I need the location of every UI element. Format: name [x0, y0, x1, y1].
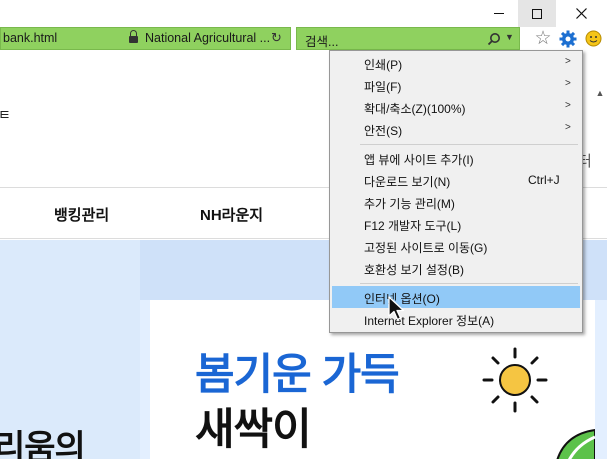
gear-icon[interactable]	[557, 27, 579, 50]
hero-headline-2: 새싹이	[195, 406, 312, 454]
search-placeholder[interactable]: 검색...	[305, 31, 338, 50]
menu-item-safety[interactable]: 안전(S) >	[332, 118, 580, 140]
minimize-icon	[494, 13, 504, 14]
maximize-button[interactable]	[518, 0, 556, 27]
header-text-fragment: ㅌ	[0, 107, 11, 123]
menu-item-view-downloads[interactable]: 다운로드 보기(N) Ctrl+J	[332, 169, 580, 191]
submenu-arrow-icon: >	[565, 56, 571, 67]
menu-item-dev-tools[interactable]: F12 개발자 도구(L)	[332, 213, 580, 235]
menu-separator	[360, 144, 578, 145]
menu-item-print[interactable]: 인쇄(P) >	[332, 52, 580, 74]
menu-item-manage-addons[interactable]: 추가 기능 관리(M)	[332, 191, 580, 213]
mouse-cursor-icon	[388, 296, 405, 321]
title-bar	[0, 0, 607, 27]
menu-item-label: 파일(F)	[364, 80, 402, 94]
menu-item-label: Internet Explorer 정보(A)	[364, 314, 495, 328]
menu-item-file[interactable]: 파일(F) >	[332, 74, 580, 96]
menu-item-label: 고정된 사이트로 이동(G)	[364, 241, 488, 255]
submenu-arrow-icon: >	[565, 122, 571, 133]
lock-icon[interactable]	[129, 30, 138, 44]
navigation-row: bank.html National Agricultural ... ↻ 검색…	[0, 27, 607, 50]
menu-separator	[360, 283, 578, 284]
tools-menu: 인쇄(P) > 파일(F) > 확대/축소(Z)(100%) > 안전(S) >…	[329, 50, 583, 333]
nav-banking-management[interactable]: 뱅킹관리	[54, 204, 109, 225]
scroll-up-icon[interactable]: ▲	[593, 88, 607, 102]
hero-headline-1: 봄기운 가득	[195, 351, 400, 399]
nav-nh-lounge[interactable]: NH라운지	[200, 204, 263, 225]
menu-item-internet-options[interactable]: 인터넷 옵션(O)	[332, 286, 580, 308]
menu-item-pinned-sites[interactable]: 고정된 사이트로 이동(G)	[332, 235, 580, 257]
refresh-icon[interactable]: ↻	[271, 30, 282, 46]
smiley-icon[interactable]	[582, 27, 604, 50]
menu-item-compatibility-view[interactable]: 호환성 보기 설정(B)	[332, 257, 580, 279]
close-window-button[interactable]	[556, 0, 607, 27]
submenu-arrow-icon: >	[565, 100, 571, 111]
site-identity[interactable]: National Agricultural ...	[145, 31, 270, 45]
leaf-icon	[556, 428, 595, 459]
menu-item-label: 앱 뷰에 사이트 추가(I)	[364, 153, 474, 167]
hero-left-panel: 리움의	[0, 240, 140, 459]
search-box[interactable]: 검색... ▼	[296, 27, 520, 50]
menu-item-label: 호환성 보기 설정(B)	[364, 263, 464, 277]
chevron-down-icon[interactable]: ▼	[505, 32, 514, 42]
menu-item-label: 추가 기능 관리(M)	[364, 197, 455, 211]
sun-icon	[482, 347, 548, 413]
menu-item-about-ie[interactable]: Internet Explorer 정보(A)	[332, 308, 580, 330]
menu-item-add-site-to-apps[interactable]: 앱 뷰에 사이트 추가(I)	[332, 147, 580, 169]
address-bar[interactable]: bank.html National Agricultural ... ↻	[0, 27, 291, 50]
hero-left-text: 리움의	[0, 429, 86, 459]
maximize-icon	[532, 8, 542, 19]
menu-item-shortcut: Ctrl+J	[528, 173, 560, 187]
minimize-button[interactable]	[480, 0, 518, 27]
star-icon[interactable]: ☆	[532, 27, 554, 50]
submenu-arrow-icon: >	[565, 78, 571, 89]
address-url[interactable]: bank.html	[3, 31, 57, 45]
menu-item-label: 다운로드 보기(N)	[364, 175, 451, 189]
menu-item-label: 인쇄(P)	[364, 58, 403, 72]
menu-item-label: F12 개발자 도구(L)	[364, 219, 462, 233]
menu-item-zoom[interactable]: 확대/축소(Z)(100%) >	[332, 96, 580, 118]
menu-item-label: 확대/축소(Z)(100%)	[364, 102, 466, 116]
search-icon[interactable]	[487, 32, 501, 46]
close-icon	[576, 8, 587, 19]
menu-item-label: 안전(S)	[364, 124, 403, 138]
